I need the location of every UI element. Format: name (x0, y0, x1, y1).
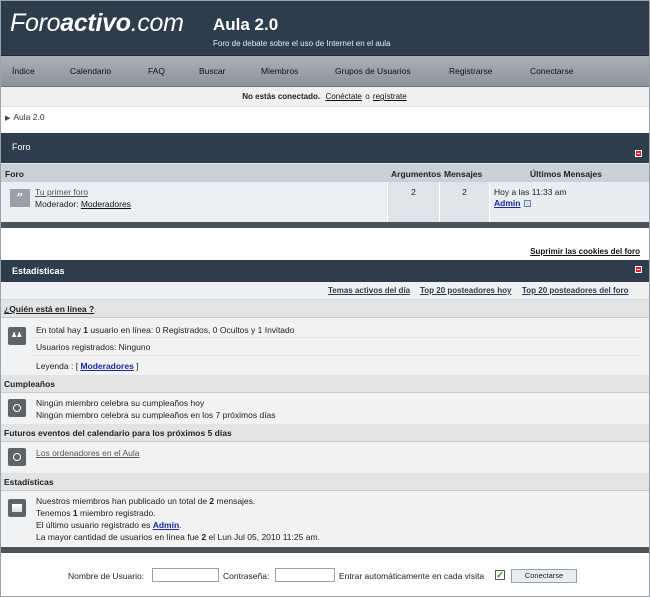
login-link[interactable]: Conéctate (326, 92, 362, 101)
collapse-icon[interactable] (635, 150, 642, 157)
birthday-week-text: Ningún miembro celebra su cumpleaños en … (36, 410, 276, 420)
users-online-icon (8, 327, 26, 345)
calendar-event-icon (8, 448, 26, 466)
login-status-text: No estás conectado. (242, 92, 321, 101)
forum-panel-header: Foro (1, 133, 649, 163)
last-registered-user-link[interactable]: Admin (153, 520, 179, 530)
stats-links-bar: Temas activos del día Top 20 posteadores… (1, 282, 649, 300)
or-text: o (365, 92, 370, 101)
forum-panel-title: Foro (12, 142, 31, 152)
birthday-icon (8, 399, 26, 417)
view-last-post-icon[interactable] (523, 200, 531, 208)
forum-posts-count: 2 (462, 187, 467, 197)
nav-members[interactable]: Miembros (261, 66, 298, 76)
active-topics-link[interactable]: Temas activos del día (328, 286, 410, 295)
stats-panel-header: Estadísticas (1, 260, 649, 282)
legend-text: Leyenda : [ Moderadores ] (36, 361, 139, 371)
legend-moderators-link[interactable]: Moderadores (80, 361, 133, 371)
site-description: Foro de debate sobre el uso de Internet … (213, 39, 391, 48)
nav-index[interactable]: Índice (12, 66, 35, 76)
cookie-row: Suprimir las cookies del foro (1, 228, 649, 260)
col-forum: Foro (5, 169, 24, 179)
stats-panel-footer (1, 547, 649, 553)
events-box: Los ordenadores en el Aula (1, 442, 649, 473)
username-label: Nombre de Usuario: (68, 571, 145, 581)
birthday-today-text: Ningún miembro celebra su cumpleaños hoy (36, 398, 205, 408)
main-nav: Índice Calendario FAQ Buscar Miembros Gr… (1, 56, 649, 87)
nav-faq[interactable]: FAQ (148, 66, 165, 76)
forum-topics-count: 2 (411, 187, 416, 197)
forum-name-link[interactable]: Tu primer foro (35, 187, 88, 197)
breadcrumb: ▶ Aula 2.0 (1, 107, 649, 129)
forum-moderator: Moderador: Moderadores (35, 199, 131, 209)
statistics-heading: Estadísticas (1, 473, 649, 491)
event-item: Los ordenadores en el Aula (36, 448, 140, 458)
auto-login-checkbox[interactable]: ✓ (495, 570, 505, 580)
registered-users-text: Usuarios registrados: Ninguno (36, 342, 151, 352)
col-topics: Argumentos (391, 169, 442, 179)
nav-usergroups[interactable]: Grupos de Usuarios (335, 66, 411, 76)
moderator-link[interactable]: Moderadores (81, 199, 131, 209)
last-post-time: Hoy a las 11:33 am (494, 187, 567, 197)
collapse-icon[interactable] (635, 266, 642, 273)
who-online-box: En total hay 1 usuario en línea: 0 Regis… (1, 318, 649, 375)
event-link[interactable]: Los ordenadores en el Aula (36, 448, 140, 458)
site-logo[interactable]: Foroactivo.com (10, 9, 184, 38)
birthdays-box: Ningún miembro celebra su cumpleaños hoy… (1, 393, 649, 424)
stats-members-text: Tenemos 1 miembro registrado. (36, 508, 156, 518)
nav-register[interactable]: Registrarse (449, 66, 492, 76)
auto-login-label: Entrar automáticamente en cada visita (339, 571, 485, 581)
nav-login[interactable]: Conectarse (530, 66, 573, 76)
breadcrumb-home[interactable]: Aula 2.0 (13, 112, 44, 122)
username-input[interactable] (152, 568, 219, 582)
last-post-author: Admin (494, 198, 531, 208)
nav-calendar[interactable]: Calendario (70, 66, 111, 76)
col-last-posts: Últimos Mensajes (530, 169, 602, 179)
header: Foroactivo.com Aula 2.0 Foro de debate s… (1, 1, 649, 56)
stats-panel-title: Estadísticas (12, 266, 65, 276)
last-post-user-link[interactable]: Admin (494, 198, 520, 208)
forum-row: ” Tu primer foro Moderador: Moderadores … (1, 182, 649, 222)
forum-table-header: Foro Argumentos Mensajes Últimos Mensaje… (1, 163, 649, 182)
events-heading: Futuros eventos del calendario para los … (1, 424, 649, 442)
site-title: Aula 2.0 (213, 15, 279, 34)
password-label: Contraseña: (223, 571, 270, 581)
col-posts: Mensajes (444, 169, 483, 179)
login-submit-button[interactable]: Conectarse (511, 569, 577, 583)
forum-folder-icon: ” (10, 189, 30, 207)
stats-max-online-text: La mayor cantidad de usuarios en línea f… (36, 532, 320, 542)
login-status-bar: No estás conectado. Conéctate o regístra… (1, 87, 649, 107)
statistics-icon (8, 499, 26, 517)
birthdays-heading: Cumpleaños (1, 375, 649, 393)
stats-messages-text: Nuestros miembros han publicado un total… (36, 496, 256, 506)
register-link[interactable]: regístrate (373, 92, 407, 101)
stats-last-user-text: El último usuario registrado es Admin. (36, 520, 182, 530)
nav-search[interactable]: Buscar (199, 66, 225, 76)
statistics-box: Nuestros miembros han publicado un total… (1, 491, 649, 547)
top20-forum-link[interactable]: Top 20 posteadores del foro (522, 286, 629, 295)
page-frame: Foroactivo.com Aula 2.0 Foro de debate s… (0, 0, 650, 597)
top20-today-link[interactable]: Top 20 posteadores hoy (420, 286, 511, 295)
breadcrumb-arrow-icon: ▶ (5, 115, 11, 122)
who-online-heading: ¿Quién está en línea ? (1, 300, 649, 318)
delete-cookies-link[interactable]: Suprimir las cookies del foro (530, 247, 640, 256)
online-count-text: En total hay 1 usuario en línea: 0 Regis… (36, 325, 295, 335)
quick-login-form: Nombre de Usuario: Contraseña: Entrar au… (1, 564, 649, 586)
password-input[interactable] (275, 568, 335, 582)
